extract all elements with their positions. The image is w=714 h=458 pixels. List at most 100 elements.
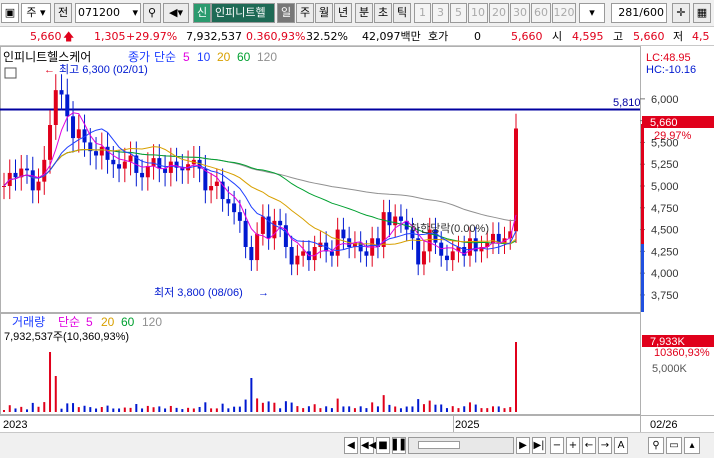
volume-bar (89, 407, 92, 412)
period-tick[interactable]: 틱 (393, 3, 411, 23)
period-month[interactable]: 월 (315, 3, 333, 23)
volume-bar (250, 378, 253, 412)
period-minute[interactable]: 분 (355, 3, 373, 23)
count-field[interactable]: 281/600 (611, 3, 667, 23)
zoom-icon[interactable]: ▭ (666, 437, 682, 454)
candle-body (335, 229, 340, 256)
scroll-thumb[interactable] (418, 441, 460, 449)
nav-stop-button[interactable]: ■ (376, 437, 390, 454)
settings-icon[interactable]: ▴ (684, 437, 700, 454)
candle-body (13, 172, 18, 178)
nav-step-button[interactable]: ▶| (532, 437, 546, 454)
last-price-label: 5,660 (650, 117, 678, 129)
price-legend-60: 60 (237, 50, 251, 64)
scroll-right-button[interactable]: → (598, 437, 612, 454)
period-week[interactable]: 주 (296, 3, 314, 23)
volume-bar (152, 407, 155, 412)
volume-bar (319, 408, 322, 412)
hc-label: HC:-10.16 (646, 64, 696, 76)
turnover-rate: 32.52% (306, 30, 348, 43)
volume-legend-120: 120 (142, 315, 162, 329)
zoom-in-button[interactable]: + (566, 437, 580, 454)
open-value: 4,595 (572, 30, 604, 43)
candle-body (111, 159, 116, 165)
market-select[interactable]: 주 ▾ (21, 3, 51, 23)
interval-3[interactable]: 3 (432, 3, 449, 23)
low-annotation: 최저 3,800 (08/06) (154, 286, 243, 299)
period-second[interactable]: 초 (374, 3, 392, 23)
period-year[interactable]: 년 (334, 3, 352, 23)
volume-bar (376, 406, 379, 412)
interval-60[interactable]: 60 (531, 3, 551, 23)
price-legend-5: 5 (183, 50, 190, 64)
volume-bar (302, 408, 305, 412)
candle-body (76, 129, 81, 139)
volume-bar (221, 403, 224, 412)
search-icon[interactable]: ⚲ (648, 437, 664, 454)
candle-body (59, 90, 64, 95)
y-tick-label: 4,250 (651, 246, 679, 258)
volume-bar (49, 352, 52, 412)
volume-bar (307, 406, 310, 412)
volume-bar (445, 408, 448, 412)
speaker-icon[interactable]: ◀▾ (163, 3, 189, 23)
volume-bar (371, 402, 374, 412)
candle-body (421, 251, 426, 265)
high-annotation: 최고 6,300 (02/01) (59, 63, 148, 76)
trade-amount: 42,097백만 (362, 30, 421, 43)
price-panel (0, 46, 641, 313)
chart-title: 인피니트헬스케어 (3, 50, 91, 64)
interval-30[interactable]: 30 (510, 3, 530, 23)
candle-body (341, 229, 346, 239)
interval-10[interactable]: 10 (468, 3, 488, 23)
volume-bar (106, 405, 109, 412)
code-input[interactable]: 071200 ▾ (75, 3, 141, 23)
volume-bar (238, 406, 241, 412)
layout-icon[interactable]: ▦ (693, 3, 711, 23)
interval-20[interactable]: 20 (489, 3, 509, 23)
volume-bar (457, 408, 460, 412)
volume-bar (348, 406, 351, 412)
volume-bar (353, 408, 356, 412)
crosshair-icon[interactable]: ✛ (672, 3, 690, 23)
volume-value: 7,932,537 (186, 30, 242, 43)
candle-body (467, 238, 472, 256)
all-button[interactable]: 전 (54, 3, 72, 23)
volume-bar (267, 401, 270, 412)
search-icon[interactable]: ⚲ (143, 3, 161, 23)
interval-dropdown[interactable]: ▾ (579, 3, 605, 23)
font-button[interactable]: A (614, 437, 628, 454)
nav-first-button[interactable]: ◀ (344, 437, 358, 454)
volume-bar (284, 401, 287, 412)
volume-bar (399, 408, 402, 412)
period-day[interactable]: 일 (277, 3, 295, 23)
volume-bar (497, 406, 500, 412)
volume-legend-sma: 단순 (58, 315, 80, 329)
volume-legend-20: 20 (101, 315, 115, 329)
nav-rewind-button[interactable]: ◀◀ (360, 437, 376, 454)
current-price: 5,660 (30, 30, 62, 43)
volume-bar (95, 408, 98, 412)
zoom-out-button[interactable]: − (550, 437, 564, 454)
stock-name[interactable]: 인피니트헬 (211, 3, 275, 23)
stock-chart[interactable]: 인피니트헬스케어 종가 단순 5 10 20 60 120 거래량 단순 5 2… (0, 46, 714, 432)
candle-body (237, 212, 242, 221)
price-legend-close: 종가 (128, 50, 150, 64)
scroll-left-button[interactable]: ← (582, 437, 596, 454)
candle-body (151, 158, 156, 166)
volume-legend-5: 5 (86, 315, 93, 329)
volume-bar (394, 406, 397, 412)
volume-bar (365, 408, 368, 412)
window-icon[interactable]: ▣ (1, 3, 19, 23)
interval-5[interactable]: 5 (450, 3, 467, 23)
volume-bar (296, 406, 299, 412)
change-percent: +29.97% (126, 30, 178, 43)
interval-120[interactable]: 120 (552, 3, 576, 23)
nav-pause-button[interactable]: ▌▌ (392, 437, 408, 454)
nav-next-button[interactable]: ▶ (516, 437, 530, 454)
volume-bar (233, 406, 236, 412)
candle-body (157, 158, 162, 169)
interval-1[interactable]: 1 (414, 3, 431, 23)
volume-bar (118, 408, 121, 412)
volume-panel (0, 313, 641, 415)
